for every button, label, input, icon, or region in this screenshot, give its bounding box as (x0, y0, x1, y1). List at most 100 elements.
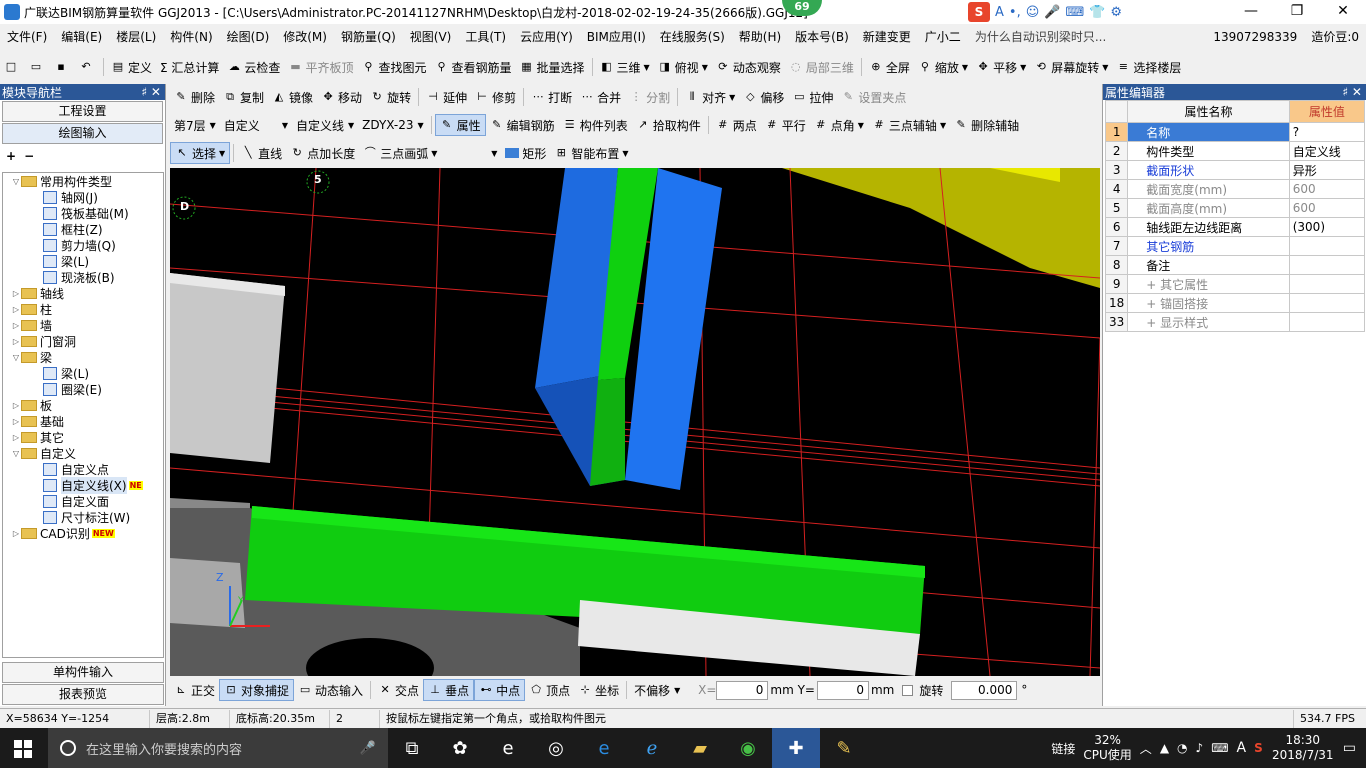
sogou-item[interactable]: 👕 (1089, 5, 1105, 20)
property-row[interactable]: 6 轴线距左边线距离 (300) (1104, 217, 1366, 237)
copy-button[interactable]: ⧉ 复制 (219, 86, 268, 108)
object-snap-button[interactable]: ⊡ 对象捕捉 (219, 679, 295, 701)
user-phone[interactable]: 13907298339 (1206, 26, 1304, 48)
expand-node-icon[interactable]: ▷ (11, 337, 21, 346)
tree-node[interactable]: 自定义点 (3, 461, 163, 477)
menu-draw[interactable]: 绘图(D) (220, 26, 277, 48)
tray-notify-icon[interactable]: ▲ (1160, 741, 1169, 755)
tree-node[interactable]: 现浇板(B) (3, 269, 163, 285)
fullscreen-button[interactable]: ⊕ 全屏 (865, 56, 914, 78)
batch-select-button[interactable]: ▦ 批量选择 (515, 56, 588, 78)
rotate-input[interactable]: 0.000 (951, 680, 1018, 700)
glodon-app-icon[interactable]: ✚ (772, 728, 820, 768)
taskbar-search[interactable]: 在这里输入你要搜索的内容 🎤 (48, 728, 388, 768)
menu-edit[interactable]: 编辑(E) (54, 26, 109, 48)
expand-node-icon[interactable]: ▷ (11, 289, 21, 298)
summary-calc-button[interactable]: Σ 汇总计算 (156, 56, 223, 78)
zoom-button[interactable]: ⚲ 缩放 ▼ (914, 56, 972, 78)
ortho-button[interactable]: ⊾ 正交 (170, 679, 219, 701)
rectangle-button[interactable]: 矩形 (501, 142, 550, 164)
property-row[interactable]: 8 备注 (1104, 255, 1366, 275)
menu-view[interactable]: 视图(V) (403, 26, 459, 48)
tree-node[interactable]: ▽ 自定义 (3, 445, 163, 461)
menu-online[interactable]: 在线服务(S) (653, 26, 732, 48)
close-button[interactable]: ✕ (1320, 0, 1366, 24)
expand-node-icon[interactable]: ▷ (11, 433, 21, 442)
wall-left[interactable] (170, 273, 285, 463)
tray-volume-icon[interactable]: ♪ (1196, 741, 1204, 755)
property-value[interactable] (1288, 274, 1366, 294)
undo-button[interactable]: ↶ (75, 56, 100, 78)
collapse-node-icon[interactable]: ▽ (11, 177, 21, 186)
sogou-item[interactable]: A (995, 5, 1004, 20)
split-button[interactable]: ⋮ 分割 (625, 86, 674, 108)
new-file-button[interactable]: □ (0, 56, 25, 78)
tray-clock[interactable]: 18:30 2018/7/31 (1271, 733, 1335, 763)
tray-wifi-icon[interactable]: ◔ (1177, 741, 1187, 755)
restore-button[interactable]: ❐ (1274, 0, 1320, 24)
collapse-node-icon[interactable]: ▽ (11, 449, 21, 458)
tray-keyboard-icon[interactable]: ⌨ (1211, 741, 1228, 755)
tree-node[interactable]: 自定义线(X) NE (3, 476, 163, 494)
line-button[interactable]: ╲ 直线 (237, 142, 286, 164)
property-row[interactable]: 1 名称? (1104, 122, 1366, 142)
property-value[interactable] (1288, 293, 1366, 313)
rotate-checkbox[interactable] (902, 684, 914, 696)
ie-browser-icon[interactable]: ℯ (628, 728, 676, 768)
top-view-button[interactable]: ◨ 俯视 ▼ (654, 56, 712, 78)
tree-node[interactable]: 梁(L) (3, 253, 163, 269)
arc-option-select[interactable]: ▼ (441, 143, 501, 163)
floor-select[interactable]: 第7层 ▼ (170, 115, 220, 135)
property-row[interactable]: 3 截面形状 异形 (1104, 160, 1366, 180)
expand-all-icon[interactable]: + (6, 149, 16, 163)
expand-node-icon[interactable]: ▷ (11, 305, 21, 314)
two-point-button[interactable]: # 两点 (712, 114, 761, 136)
file-explorer-icon[interactable]: ▰ (676, 728, 724, 768)
3d-viewport[interactable]: 5 D Z Y (170, 168, 1100, 676)
tree-node[interactable]: ▷ 轴线 (3, 285, 163, 301)
sogou-item[interactable]: ☺ (1026, 5, 1040, 20)
sogou-logo-icon[interactable]: S (968, 2, 990, 22)
category-select[interactable]: 自定义 ▼ (220, 115, 292, 135)
delete-button[interactable]: ✎ 删除 (170, 86, 219, 108)
define-button[interactable]: ▤ 定义 (107, 56, 156, 78)
nav-report-preview[interactable]: 报表预览 (2, 684, 164, 705)
tree-node[interactable]: ▽ 常用构件类型 (3, 173, 163, 189)
minimize-button[interactable]: — (1228, 0, 1274, 24)
property-row[interactable]: 2 构件类型 自定义线 (1104, 141, 1366, 161)
component-list-button[interactable]: ☰ 构件列表 (559, 114, 632, 136)
three-point-axis-button[interactable]: # 三点辅轴 ▼ (868, 114, 950, 136)
expand-node-icon[interactable]: ▷ (11, 529, 21, 538)
nav-drawing-input[interactable]: 绘图输入 (2, 123, 163, 144)
menu-rebar-qty[interactable]: 钢筋量(Q) (334, 26, 403, 48)
property-value[interactable] (1288, 312, 1366, 332)
property-row[interactable]: 33 + 显示样式 (1104, 312, 1366, 332)
property-value[interactable] (1288, 236, 1366, 256)
expand-node-icon[interactable]: ▷ (11, 417, 21, 426)
tree-node[interactable]: 剪力墙(Q) (3, 237, 163, 253)
nav-single-component[interactable]: 单构件输入 (2, 662, 164, 683)
sogou-item[interactable]: ⚙ (1110, 5, 1122, 20)
360-browser-icon[interactable]: ◉ (724, 728, 772, 768)
tree-node[interactable]: ▽ 梁 (3, 349, 163, 365)
menu-tools[interactable]: 工具(T) (458, 26, 513, 48)
pick-component-button[interactable]: ↗ 拾取构件 (632, 114, 705, 136)
expand-node-icon[interactable]: ▷ (11, 401, 21, 410)
menu-guangxiaoer[interactable]: 广小二 (918, 26, 968, 48)
component-name-select[interactable]: ZDYX-23 ▼ (358, 115, 428, 135)
tray-sogou-icon[interactable]: S (1254, 741, 1263, 755)
property-value[interactable]: 600 (1288, 198, 1366, 218)
properties-button[interactable]: ✎ 属性 (434, 114, 486, 136)
property-value[interactable] (1288, 255, 1366, 275)
tree-node[interactable]: 圈梁(E) (3, 381, 163, 397)
tree-node[interactable]: ▷ 门窗洞 (3, 333, 163, 349)
three-point-arc-button[interactable]: ⌒ 三点画弧 ▼ (359, 142, 441, 164)
open-file-button[interactable]: ▭ (25, 56, 50, 78)
property-row[interactable]: 5 截面高度(mm) 600 (1104, 198, 1366, 218)
offset-mode-select[interactable]: 不偏移 ▼ (630, 680, 694, 700)
break-button[interactable]: ⋯ 打断 (527, 86, 576, 108)
collapse-all-icon[interactable]: − (24, 149, 34, 163)
tree-node[interactable]: 尺寸标注(W) (3, 509, 163, 525)
type-select[interactable]: 自定义线 ▼ (292, 115, 358, 135)
property-value[interactable]: (300) (1288, 217, 1366, 237)
